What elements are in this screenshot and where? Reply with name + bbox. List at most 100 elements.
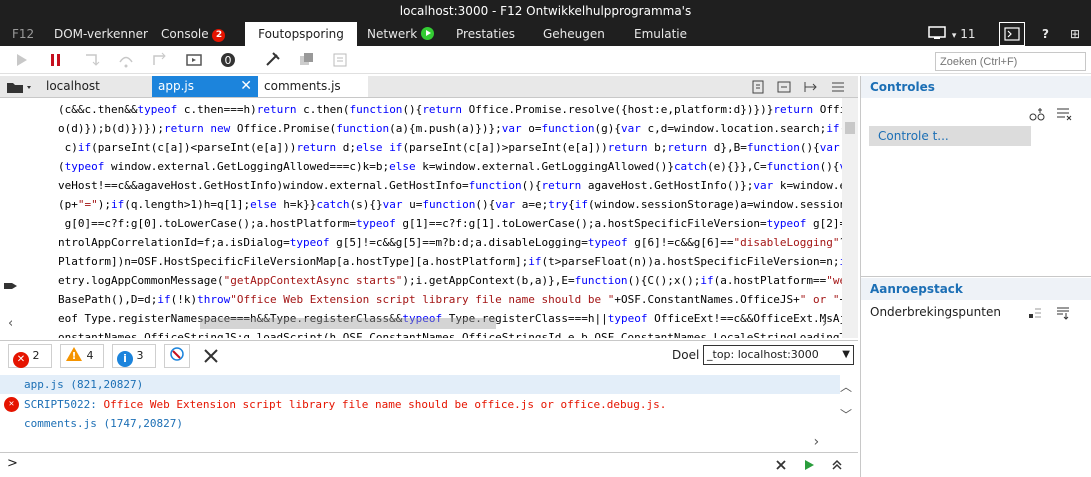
window-title: localhost:3000 - F12 Ontwikkelhulpprogra… [0,0,1091,22]
callstack-header[interactable]: Aanroepstack [861,278,1091,300]
search-input[interactable] [935,52,1086,71]
run-icon[interactable] [802,458,816,472]
step-out-icon[interactable] [150,50,170,70]
editor-action-icons [752,80,844,94]
disable-breakpoints-icon[interactable] [262,50,282,70]
pin-icon[interactable]: ⊞ [1070,22,1080,46]
expand-icon[interactable] [830,458,844,472]
console-output: app.js (821,20827) ✕ SCRIPT5022: Office … [0,372,858,452]
tab-console[interactable]: Console 2 [161,22,226,46]
scroll-down-arrow-icon[interactable]: ﹀ [840,406,852,423]
current-line-arrow-icon [4,283,17,289]
code-line: c)if(parseInt(c[a])<parseInt(e[a]))retur… [58,141,853,154]
scrollbar-thumb[interactable] [845,122,855,134]
doc-tab-localhost[interactable]: localhost [40,76,152,97]
document-tabs: localhost app.js ✕ comments.js [0,76,858,98]
add-watch-icon[interactable] [1027,106,1047,122]
info-filter-button[interactable]: i 3 [112,344,156,368]
code-line: onstantNames.OfficeStringJS;g.loadScript… [58,331,858,338]
warning-filter-button[interactable]: ! 4 [60,344,104,368]
close-icon[interactable]: ✕ [240,76,252,97]
code-vertical-scrollbar[interactable] [842,98,858,338]
code-horizontal-scrollbar-thumb[interactable] [200,318,496,329]
console-toolbar: ✕ 2 ! 4 i 3 Doel _top: localhost:3000 ▼ [0,340,858,370]
tool-tabbar: F12 DOM-verkenner Console 2 Foutopsporin… [0,22,1091,46]
target-select[interactable]: _top: localhost:3000 ▼ [703,345,854,365]
tab-console-label: Console [161,27,209,41]
error-icon: ✕ [13,352,29,368]
code-line: g[0]==c?f:g[0].toLowerCase();a.hostPlatf… [58,217,858,230]
tab-network-label: Netwerk [367,27,418,41]
just-my-code-icon[interactable] [296,50,316,70]
code-line: ntrolAppCorrelationId=f;a.isDialog=typeo… [58,236,858,249]
tab-debugger[interactable]: Foutopsporing [245,22,357,46]
help-icon[interactable]: ? [1042,22,1049,46]
console-error-badge: 2 [212,29,226,42]
source-link[interactable]: comments.js (1747,20827) [24,417,183,430]
clear-input-icon[interactable] [774,458,788,472]
source-link[interactable]: app.js (821,20827) [24,378,143,391]
scroll-right-arrow-icon[interactable]: › [822,316,827,331]
callstack-options-icon[interactable] [1027,306,1043,320]
watches-header[interactable]: Controles [861,76,1091,98]
code-line: (p+"=");if(q.length>1)h=q[1];else h=k}}c… [58,198,858,211]
breakpoints-label[interactable]: Onderbrekingspunten [870,305,1001,319]
warning-count: 4 [86,349,94,362]
chevron-down-icon: ▼ [842,349,850,360]
tab-performance[interactable]: Prestaties [456,22,515,46]
error-count: 2 [32,349,40,362]
network-recording-icon [420,27,434,40]
svg-text:!: ! [72,351,77,362]
right-panel: Controles Controle t... Aanroepstack Ond… [860,76,1091,477]
error-message: Office Web Extension script library file… [103,398,667,411]
error-code: SCRIPT5022: [24,398,97,411]
panel-divider[interactable] [861,276,1091,277]
scroll-up-arrow-icon[interactable]: ︿ [840,378,852,395]
tab-emulation[interactable]: Emulatie [634,22,687,46]
code-editor[interactable]: (c&&c.then&&typeof c.then===h)return c.t… [0,98,858,338]
code-line: (c&&c.then&&typeof c.then===h)return c.t… [58,103,858,116]
step-into-icon[interactable] [82,50,102,70]
console-row[interactable]: app.js (821,20827) [0,375,840,394]
doc-tab-app-js-label: app.js [158,79,194,93]
code-line: (typeof window.external.GetLoggingAllowe… [58,160,858,173]
clear-console-icon[interactable] [202,347,220,365]
step-over-icon[interactable] [116,50,136,70]
tab-memory[interactable]: Geheugen [543,22,605,46]
f12-label: F12 [12,27,35,41]
clear-on-navigate-button[interactable] [164,344,190,368]
error-icon: ✕ [4,397,19,412]
clear-navigate-icon [170,347,184,361]
scroll-left-arrow-icon[interactable]: ‹ [8,316,13,331]
scroll-right-arrow-icon[interactable]: › [812,434,820,450]
prompt-icon: > [7,456,18,471]
continue-icon[interactable] [12,50,32,70]
doc-tab-app-js[interactable]: app.js ✕ [152,76,258,97]
console-prompt-icon [1004,27,1020,41]
network-scripts-icon[interactable] [330,50,350,70]
code-line: Platform])n=OSF.HostSpecificFileVersionM… [58,255,858,268]
console-toggle-button[interactable] [999,22,1025,46]
console-command-line[interactable]: > [0,452,858,477]
show-async-icon[interactable] [1055,306,1073,320]
console-row[interactable]: comments.js (1747,20827) [0,414,840,433]
exception-behavior-icon[interactable]: 0 [218,50,238,70]
code-line: etry.logAppCommonMessage("getAppContextA… [58,274,858,287]
doc-tab-comments-js[interactable]: comments.js [258,76,368,97]
code-line: veHost!==c&&agaveHost.GetHostInfo)window… [58,179,858,192]
debugger-toolbar: 0 [0,46,1091,74]
watch-item[interactable]: Controle t... [869,126,1031,146]
info-icon: i [117,351,133,367]
code-line: BasePath(),D=d;if(!k)throw"Office Web Ex… [58,293,858,306]
break-icon[interactable] [46,50,66,70]
break-on-new-worker-icon[interactable] [184,50,204,70]
tab-dom-explorer[interactable]: DOM-verkenner [54,22,148,46]
tab-network[interactable]: Netwerk [367,22,434,46]
remove-all-watches-icon[interactable] [1055,106,1073,122]
code-line: o(d)});b(d)})});return new Office.Promis… [58,122,858,135]
error-filter-button[interactable]: ✕ 2 [8,344,52,368]
target-docs-button[interactable]: ▾ 11 [928,22,975,46]
editor-gutter[interactable] [0,98,40,338]
folder-icon[interactable] [6,80,34,94]
console-row[interactable]: ✕ SCRIPT5022: Office Web Extension scrip… [0,395,840,414]
